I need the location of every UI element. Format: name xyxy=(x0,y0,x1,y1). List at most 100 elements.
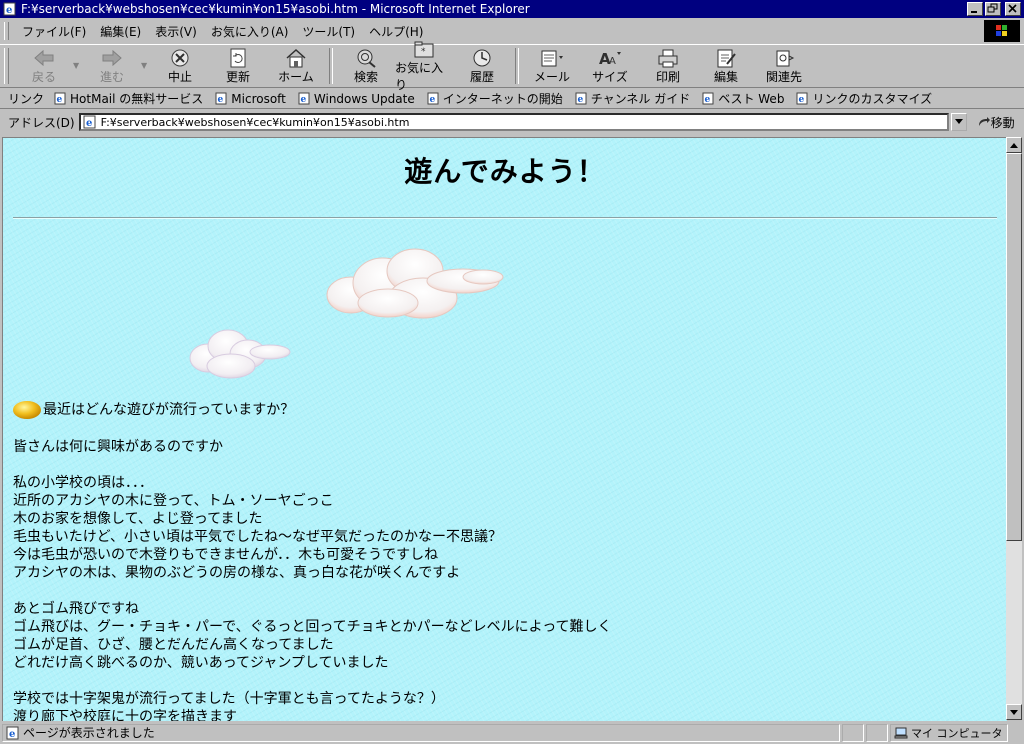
link-hotmail[interactable]: e HotMail の無料サービス xyxy=(48,90,209,107)
go-button[interactable]: 移動 xyxy=(967,114,1015,131)
windows-logo xyxy=(984,20,1020,42)
paragraph-line: あとゴム飛びですね xyxy=(13,601,139,617)
standard-toolbar: 戻る ▼ 進む ▼ 中止 更新 ホーム 検索 * お気に入り 履歴 メール AA… xyxy=(0,41,1024,92)
scroll-thumb[interactable] xyxy=(1006,153,1022,541)
link-windows-update[interactable]: e Windows Update xyxy=(292,92,421,106)
security-zone-text: マイ コンピュータ xyxy=(911,726,1003,740)
svg-text:e: e xyxy=(57,95,63,105)
windows-flag-icon xyxy=(996,25,1007,36)
link-internet-start[interactable]: e インターネットの開始 xyxy=(421,90,569,107)
back-button[interactable]: 戻る xyxy=(15,45,73,87)
search-button[interactable]: 検索 xyxy=(337,45,395,87)
menu-file[interactable]: ファイル(F) xyxy=(15,23,93,40)
forward-dropdown[interactable]: ▼ xyxy=(141,61,151,70)
scroll-up-button[interactable] xyxy=(1006,137,1022,153)
scroll-down-button[interactable] xyxy=(1006,704,1022,720)
size-button[interactable]: AA サイズ xyxy=(581,45,639,87)
link-microsoft[interactable]: e Microsoft xyxy=(209,92,292,106)
ie-page-icon: e xyxy=(3,2,16,16)
address-dropdown-button[interactable] xyxy=(950,113,967,131)
address-value: F:¥serverback¥webshosen¥cec¥kumin¥on15¥a… xyxy=(100,115,410,129)
edit-button[interactable]: 編集 xyxy=(697,45,755,87)
svg-text:e: e xyxy=(577,95,583,105)
menu-bar: ファイル(F) 編集(E) 表示(V) お気に入り(A) ツール(T) ヘルプ(… xyxy=(0,19,1024,43)
svg-text:A: A xyxy=(609,56,616,67)
home-label: ホーム xyxy=(278,69,314,84)
mail-button[interactable]: メール xyxy=(523,45,581,87)
paragraph-line: 学校では十字架鬼が流行ってました（十字軍とも言ってたような？） xyxy=(13,691,445,707)
paragraph-line: 毛虫もいたけど、小さい頃は平気でしたね～なぜ平気だったのかなー不思議？ xyxy=(13,529,503,545)
large-cloud-image xyxy=(326,248,504,319)
toolbar-separator xyxy=(329,48,333,84)
paragraph-line: ゴム飛びは、グー・チョキ・パーで、ぐるっと回ってチョキとかパーなどレベルによって… xyxy=(13,619,612,635)
svg-text:e: e xyxy=(6,5,12,16)
favorites-button[interactable]: * お気に入り xyxy=(395,41,453,92)
forward-button[interactable]: 進む xyxy=(83,45,141,87)
print-button[interactable]: 印刷 xyxy=(639,45,697,87)
address-label: アドレス(D) xyxy=(8,115,75,130)
svg-text:e: e xyxy=(218,95,224,105)
link-page-icon: e xyxy=(54,92,66,105)
history-label: 履歴 xyxy=(469,69,494,84)
related-button[interactable]: 関連先 xyxy=(755,45,813,87)
search-label: 検索 xyxy=(353,69,378,84)
menubar-grip[interactable] xyxy=(4,22,9,40)
edit-label: 編集 xyxy=(713,69,738,84)
menu-view[interactable]: 表示(V) xyxy=(148,23,204,40)
link-customize[interactable]: e リンクのカスタマイズ xyxy=(790,90,938,107)
links-label: リンク xyxy=(8,92,45,106)
status-cell xyxy=(842,723,864,742)
link-page-icon: e xyxy=(298,92,310,105)
links-bar: リンク e HotMail の無料サービス e Microsoft e Wind… xyxy=(0,89,1024,109)
status-bar: e ページが表示されました マイ コンピュータ xyxy=(0,721,1024,744)
menu-edit[interactable]: 編集(E) xyxy=(93,23,148,40)
arrow-down-icon xyxy=(1010,709,1018,715)
printer-icon xyxy=(658,49,678,67)
refresh-button[interactable]: 更新 xyxy=(209,45,267,87)
favorites-label: お気に入り xyxy=(395,61,444,92)
mail-label: メール xyxy=(533,69,570,84)
mail-icon xyxy=(541,50,563,66)
back-label: 戻る xyxy=(31,69,56,84)
home-icon xyxy=(286,48,306,67)
vertical-scrollbar[interactable] xyxy=(1006,137,1022,720)
address-bar: アドレス(D) e F:¥serverback¥webshosen¥cec¥ku… xyxy=(0,110,1024,134)
address-input[interactable]: e F:¥serverback¥webshosen¥cec¥kumin¥on15… xyxy=(78,113,949,131)
ie-page-icon: e xyxy=(83,115,96,129)
font-size-icon: AA xyxy=(599,50,621,68)
toolbar-grip[interactable] xyxy=(4,48,9,84)
link-best-web[interactable]: e ベスト Web xyxy=(696,90,790,107)
page-content: 最近はどんな遊びが流行っていますか？ 皆さんは何に興味があるのですか 私の小学校… xyxy=(13,400,612,721)
restore-button[interactable] xyxy=(985,2,1001,16)
close-icon xyxy=(1008,4,1017,13)
stop-label: 中止 xyxy=(167,69,192,84)
minimize-button[interactable] xyxy=(967,2,983,16)
related-label: 関連先 xyxy=(765,69,802,84)
menu-tools[interactable]: ツール(T) xyxy=(295,23,362,40)
horizontal-rule xyxy=(13,217,997,219)
paragraph-line: 皆さんは何に興味があるのですか xyxy=(13,439,223,455)
menu-favorites[interactable]: お気に入り(A) xyxy=(204,23,296,40)
link-page-icon: e xyxy=(575,92,587,105)
paragraph-line: 近所のアカシヤの木に登って、トム・ソーヤごっこ xyxy=(13,493,334,509)
back-dropdown[interactable]: ▼ xyxy=(73,61,83,70)
link-page-icon: e xyxy=(427,92,439,105)
yellow-ball-bullet-icon xyxy=(13,401,41,419)
paragraph-line: ゴムが足首、ひざ、腰とだんだん高くなってました xyxy=(13,637,334,653)
menu-help[interactable]: ヘルプ(H) xyxy=(362,23,430,40)
close-button[interactable] xyxy=(1005,2,1021,16)
status-text: ページが表示されました xyxy=(23,726,155,740)
refresh-label: 更新 xyxy=(225,69,250,84)
forward-label: 進む xyxy=(99,69,124,84)
link-channel-guide[interactable]: e チャンネル ガイド xyxy=(569,90,696,107)
paragraph-line: どれだけ高く跳べるのか、競いあってジャンプしていました xyxy=(13,655,389,671)
stop-button[interactable]: 中止 xyxy=(151,45,209,87)
home-button[interactable]: ホーム xyxy=(267,45,325,87)
history-button[interactable]: 履歴 xyxy=(453,45,511,87)
svg-text:*: * xyxy=(421,47,426,57)
size-label: サイズ xyxy=(592,69,628,84)
history-icon xyxy=(473,49,491,66)
ie-page-icon: e xyxy=(6,726,19,740)
forward-arrow-icon xyxy=(102,49,122,66)
page-viewport: 遊んでみよう！ 最近はどんな遊びが流行っていますか？ 皆さんは何に興味があるので… xyxy=(2,137,1007,721)
